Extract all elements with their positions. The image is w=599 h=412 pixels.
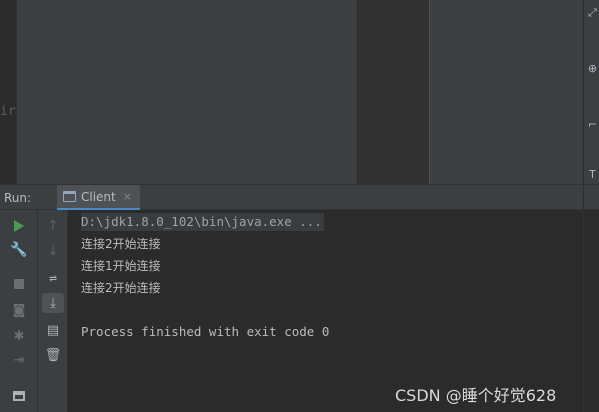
watermark: CSDN @睡个好觉628 [395, 386, 557, 405]
tab-title: Client [81, 189, 116, 204]
run-icon [14, 220, 24, 232]
preview-pane [430, 0, 583, 184]
wrench-icon: 🔧 [10, 242, 28, 258]
run-tool-header: Run: Client × [0, 184, 599, 210]
console-exit-message: Process finished with exit code 0 [81, 324, 330, 339]
add-icon[interactable]: ⊕ [586, 62, 599, 75]
console-line: 连接1开始连接 [81, 259, 161, 273]
scroll-to-end-icon: ⤓ [50, 295, 56, 311]
gutter-fragment: ir [0, 104, 16, 119]
camera-icon: ◙ [12, 302, 26, 318]
layout-button[interactable] [8, 386, 30, 406]
soft-wrap-button[interactable]: ⇌ [42, 268, 64, 288]
console-icon [63, 191, 76, 202]
rerun-button[interactable] [8, 216, 30, 236]
stop-icon [14, 279, 24, 289]
tab-client[interactable]: Client × [57, 185, 140, 210]
bug-icon: ✱ [13, 328, 25, 344]
collapse-icon[interactable]: ⤢ [586, 6, 599, 19]
console-command-line[interactable]: D:\jdk1.8.0_102\bin\java.exe ... [81, 213, 324, 231]
editor-side-pane [357, 0, 429, 184]
arrow-up-icon: ↑ [47, 218, 59, 234]
arrow-down-icon: ↓ [47, 243, 59, 259]
soft-wrap-icon: ⇌ [49, 270, 57, 286]
console-scrollbar[interactable] [583, 210, 599, 412]
header-divider [583, 185, 584, 210]
layout-icon [13, 391, 25, 401]
console-line: 连接2开始连接 [81, 237, 161, 251]
print-icon: ▤ [46, 322, 60, 338]
settings-button[interactable]: 🔧 [8, 240, 30, 260]
run-label: Run: [4, 191, 32, 205]
trash-icon: 🗑 [44, 347, 62, 363]
exit-button[interactable]: ⇥ [8, 350, 30, 370]
editor-area: ir ⤢ ⊕ ⌐ T [0, 0, 599, 184]
debug-button[interactable]: ✱ [8, 326, 30, 346]
print-button[interactable]: ▤ [42, 320, 64, 340]
close-icon[interactable]: × [123, 190, 132, 203]
editor-gutter: ir [0, 0, 17, 184]
console-line: 连接2开始连接 [81, 281, 161, 295]
editor-pane[interactable] [17, 0, 357, 184]
stop-button[interactable] [8, 274, 30, 294]
next-occurrence-button[interactable]: ↓ [42, 241, 64, 261]
exit-icon: ⇥ [13, 352, 25, 368]
scroll-to-end-button[interactable]: ⤓ [42, 293, 64, 313]
previous-occurrence-button[interactable]: ↑ [42, 216, 64, 236]
clear-all-button[interactable]: 🗑 [42, 345, 64, 365]
run-toolbar-primary: 🔧 ◙ ✱ ⇥ [0, 210, 38, 412]
bracket-icon[interactable]: ⌐ [586, 118, 599, 131]
right-tool-strip: ⤢ ⊕ ⌐ T [583, 0, 599, 184]
text-icon[interactable]: T [586, 168, 599, 181]
run-toolbar-secondary: ↑ ↓ ⇌ ⤓ ▤ 🗑 [38, 210, 68, 412]
dump-threads-button[interactable]: ◙ [8, 300, 30, 320]
